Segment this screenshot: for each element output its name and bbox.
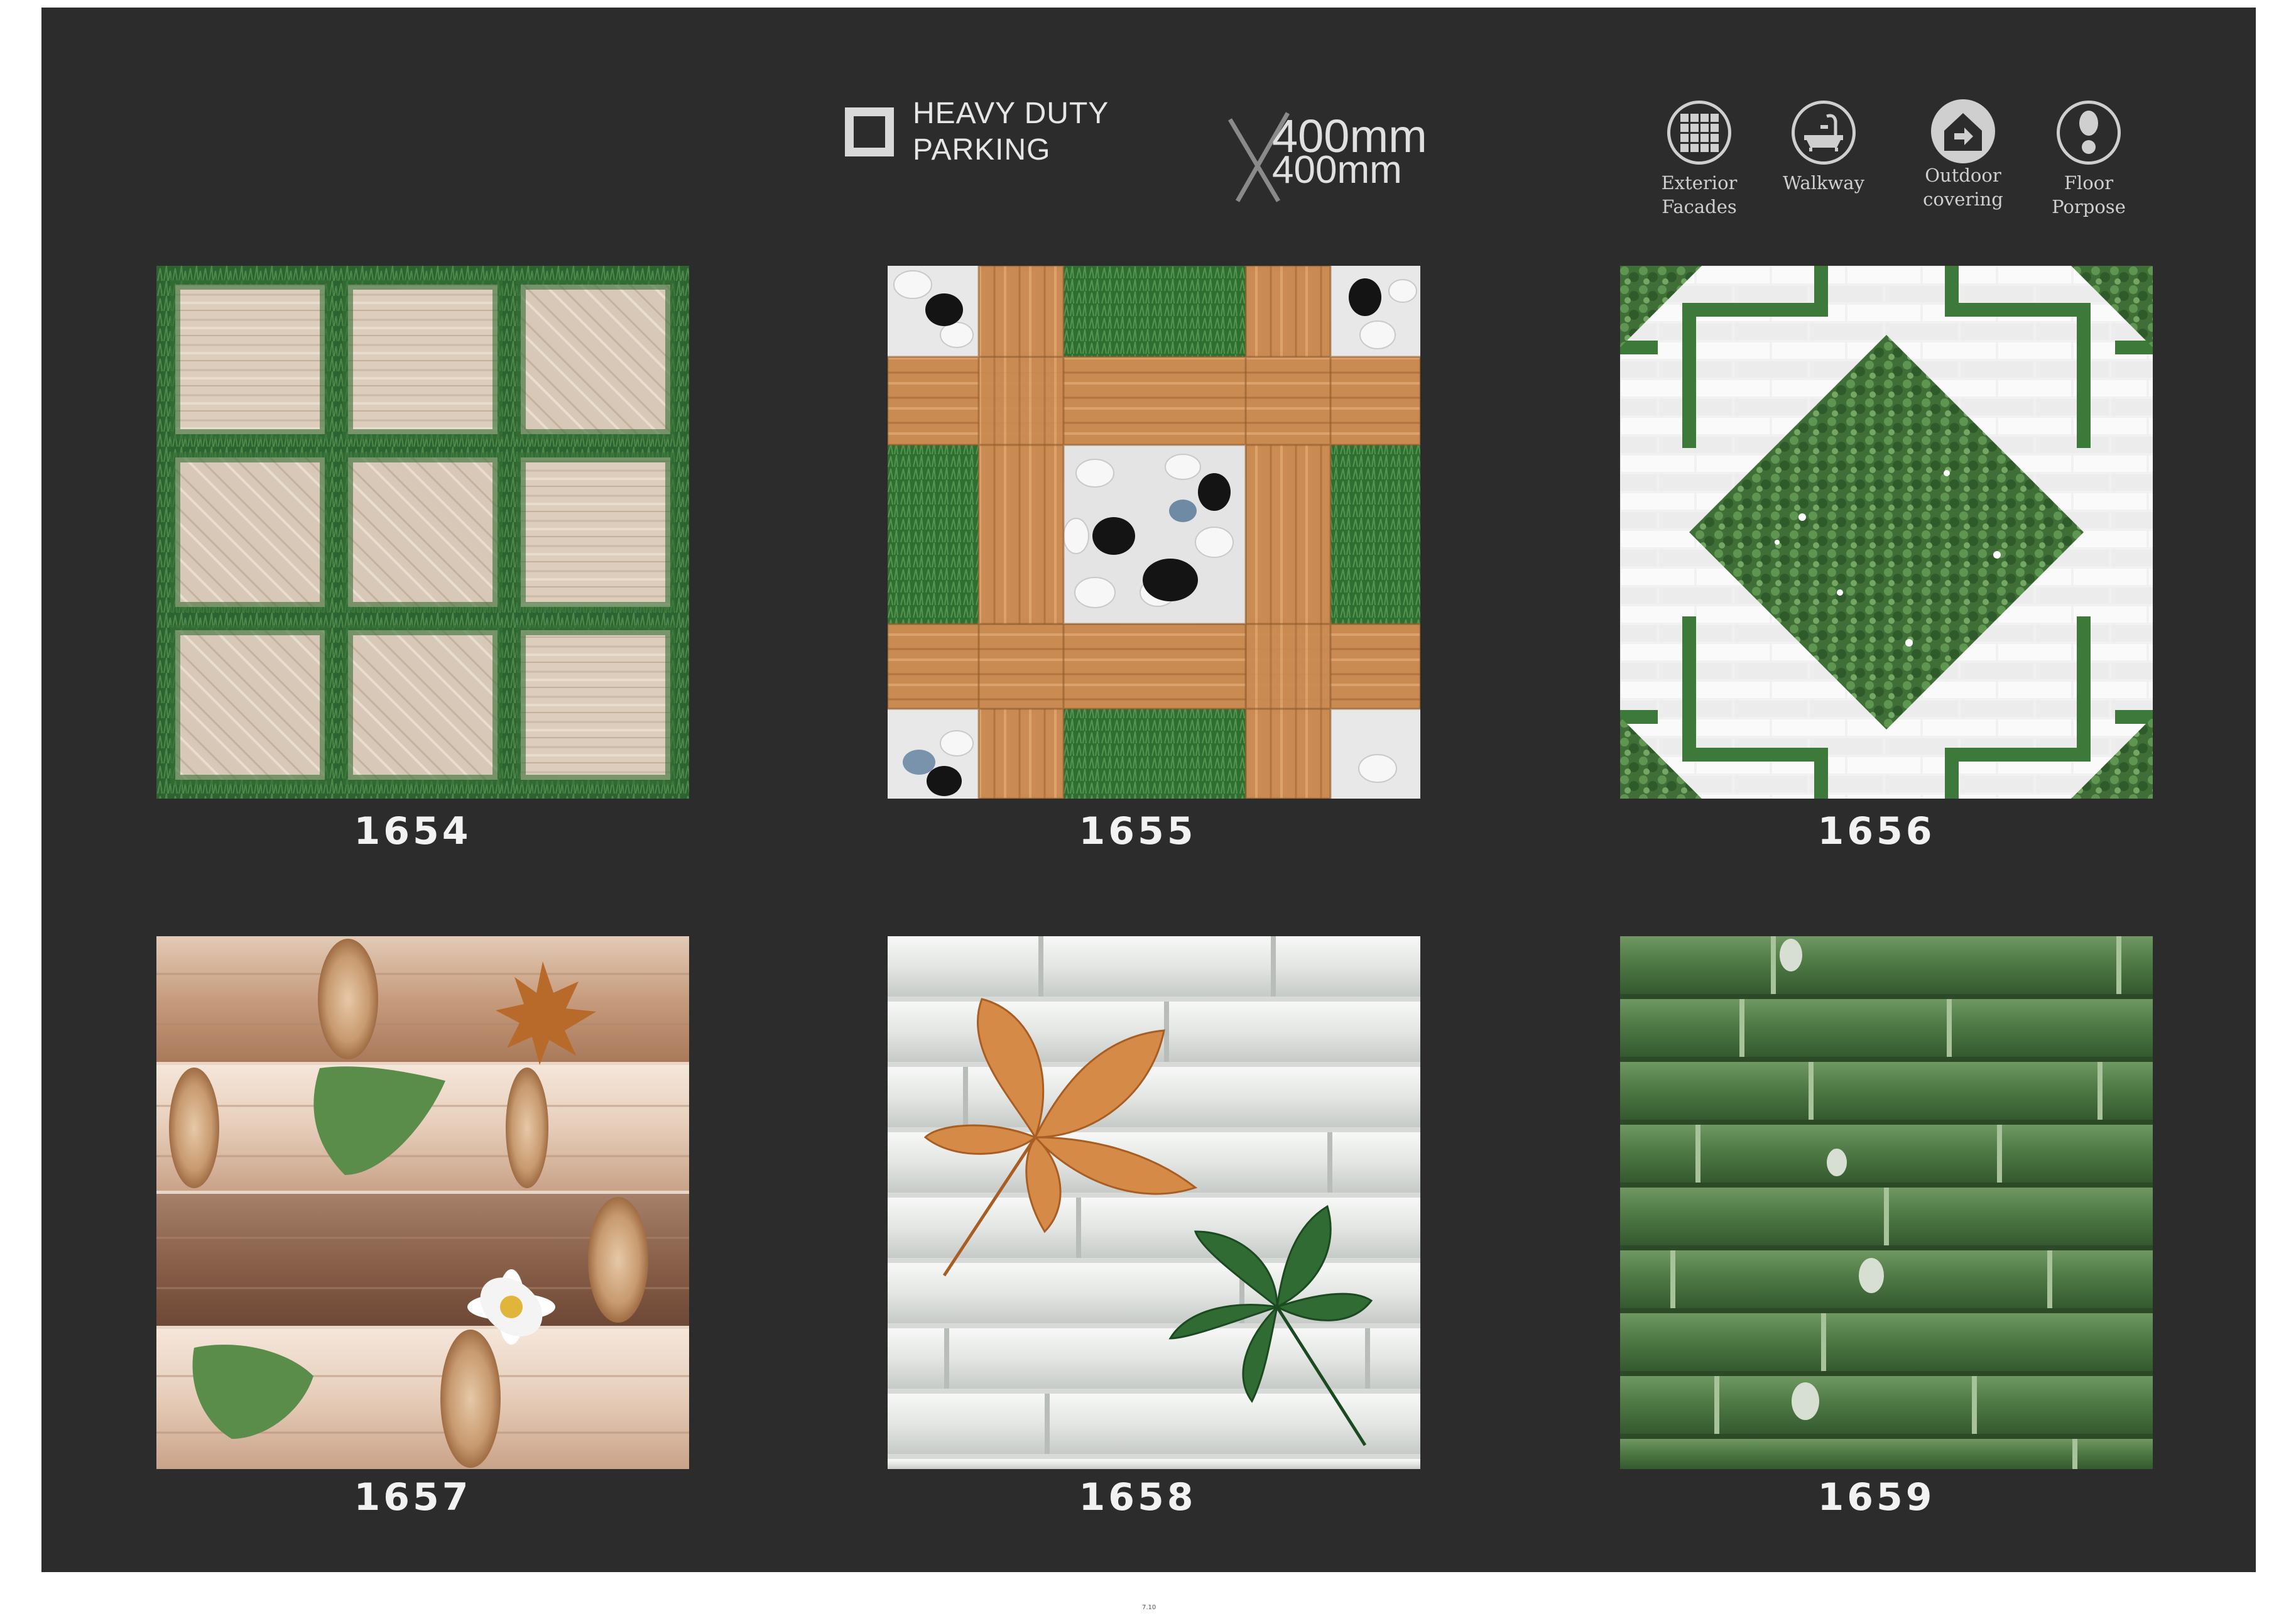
usage-label: Exterior Facades [1661,172,1738,217]
tile-code: 1655 [1079,809,1197,853]
tile-code: 1659 [1817,1475,1935,1519]
heavy-duty-rating: HEAVY DUTY PARKING [845,96,1109,168]
tile-code: 1656 [1817,809,1935,853]
tile-1654-image [156,266,689,799]
tile-code: 1654 [354,809,472,853]
page-number: 7.10 [1142,1604,1156,1611]
usage-label: Outdoor covering [1923,165,2003,210]
rating-text: HEAVY DUTY PARKING [913,96,1109,168]
usage-outdoor-covering: Outdoor covering [1903,99,2023,211]
usage-label: Floor Porpose [2052,172,2126,217]
tile-grid-icon [1680,114,1719,152]
usage-walkway: Walkway [1764,101,1883,195]
tile-code: 1657 [354,1475,472,1519]
rating-line-2: PARKING [913,133,1051,167]
footprint-icon [2079,111,2098,154]
tile-1655-image [888,266,1420,799]
tile-1658-image [888,936,1420,1469]
usage-label: Walkway [1783,172,1864,194]
usage-floor-purpose: Floor Porpose [2029,101,2148,219]
tile-code: 1658 [1079,1475,1197,1519]
square-icon [845,107,894,156]
tile-1656-image [1620,266,2153,799]
tile-1659-image [1620,936,2153,1469]
tile-size: 400mm 400mm [1225,107,1439,207]
bathtub-icon [1804,114,1843,151]
rating-line-1: HEAVY DUTY [913,97,1109,130]
tile-1657-image [156,936,689,1469]
usage-exterior-facades: Exterior Facades [1640,101,1759,219]
size-height: 400mm [1272,148,1402,192]
house-arrow-icon [1944,113,1982,151]
